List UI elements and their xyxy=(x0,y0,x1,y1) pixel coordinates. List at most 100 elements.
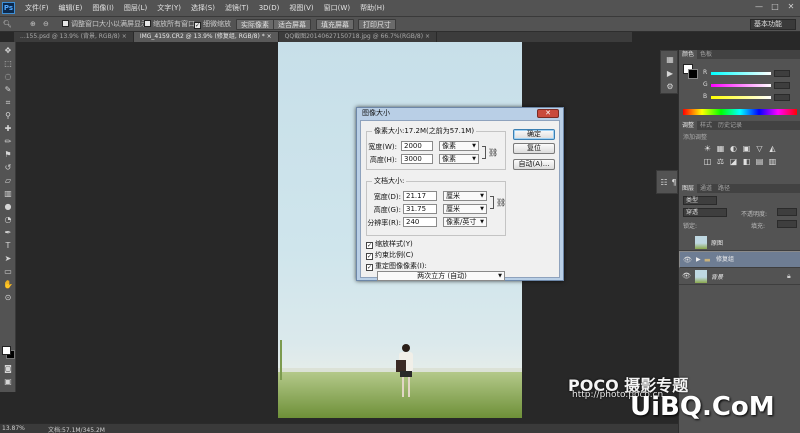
photo-filter-icon[interactable]: ◪ xyxy=(729,157,738,166)
tab-img4159[interactable]: IMG_4159.CR2 @ 13.9% (修复组, RGB/8) * × xyxy=(133,32,279,42)
panel-bg-swatch[interactable] xyxy=(688,69,698,79)
tab-swatches[interactable]: 色板 xyxy=(697,50,715,59)
quick-mask-icon[interactable]: ◙ xyxy=(3,364,13,374)
menu-image[interactable]: 图像(I) xyxy=(87,0,119,17)
tab-paths[interactable]: 路径 xyxy=(715,184,733,193)
move-tool-icon[interactable]: ✥ xyxy=(3,46,13,56)
doc-height-unit-select[interactable]: 厘米 ▼ xyxy=(443,204,487,214)
close-window-button[interactable]: ✕ xyxy=(786,2,796,12)
fill-field[interactable] xyxy=(777,220,797,228)
dodge-tool-icon[interactable]: ◔ xyxy=(3,215,13,225)
maximize-button[interactable]: □ xyxy=(770,2,780,12)
path-select-tool-icon[interactable]: ➤ xyxy=(3,254,13,264)
pixel-width-input[interactable]: 2000 xyxy=(401,141,433,151)
layer-row-repair-group[interactable]: 👁︎ ▶ ▬ 修复组 xyxy=(679,251,800,268)
layer-row-background[interactable]: 👁︎ 背景 🔒︎ xyxy=(679,268,800,285)
red-slider[interactable] xyxy=(711,72,771,75)
green-slider[interactable] xyxy=(711,84,771,87)
zoom-tool-icon[interactable]: 🔍︎ xyxy=(3,19,12,30)
dialog-close-button[interactable]: ✕ xyxy=(537,109,559,118)
zoom-all-windows-checkbox[interactable]: 缩放所有窗口 xyxy=(144,19,195,30)
minimize-button[interactable]: — xyxy=(754,2,764,12)
red-value-field[interactable] xyxy=(774,70,790,77)
constrain-proportions-checkbox[interactable]: ✓ 约束比例(C) xyxy=(366,250,413,260)
fit-screen-button[interactable]: 适合屏幕 xyxy=(273,19,311,30)
tab-styles[interactable]: 样式 xyxy=(697,121,715,130)
color-balance-icon[interactable]: ◫ xyxy=(703,157,712,166)
menu-filter[interactable]: 滤镜(T) xyxy=(220,0,254,17)
history-brush-tool-icon[interactable]: ↺ xyxy=(3,163,13,173)
blur-tool-icon[interactable]: ● xyxy=(3,202,13,212)
tab-psd[interactable]: ...155.psd @ 13.9% (背景, RGB/8) × xyxy=(14,32,134,42)
marquee-tool-icon[interactable]: ⬚ xyxy=(3,59,13,69)
pen-tool-icon[interactable]: ✒ xyxy=(3,228,13,238)
fill-screen-button[interactable]: 填充屏幕 xyxy=(316,19,354,30)
shape-tool-icon[interactable]: ▭ xyxy=(3,267,13,277)
menu-3d[interactable]: 3D(D) xyxy=(254,0,285,17)
layer-visibility-off-icon[interactable] xyxy=(682,238,690,246)
play-icon[interactable]: ▶ xyxy=(665,69,675,79)
blue-slider[interactable] xyxy=(711,96,771,99)
resize-windows-checkbox[interactable]: 调整窗口大小以满屏显示 xyxy=(62,19,148,30)
curves-icon[interactable]: ◐ xyxy=(729,144,738,153)
tab-qq-screenshot[interactable]: QQ截图20140627150718.jpg @ 66.7%(RGB/8) × xyxy=(279,32,438,42)
menu-window[interactable]: 窗口(W) xyxy=(319,0,355,17)
resolution-input[interactable]: 240 xyxy=(403,217,437,227)
eye-icon[interactable]: 👁︎ xyxy=(682,272,691,280)
doc-height-input[interactable]: 31.75 xyxy=(403,204,437,214)
blue-value-field[interactable] xyxy=(774,94,790,101)
healing-tool-icon[interactable]: ✚ xyxy=(3,124,13,134)
blend-mode-select[interactable]: 穿透 xyxy=(683,208,727,217)
eye-icon[interactable]: 👁︎ xyxy=(683,256,692,264)
zoom-in-icon[interactable]: ⊕ xyxy=(30,19,36,30)
pixel-height-unit-select[interactable]: 像素 ▼ xyxy=(439,154,479,164)
menu-view[interactable]: 视图(V) xyxy=(284,0,318,17)
layer-row-original[interactable]: 原图 xyxy=(679,234,800,251)
zoom-out-icon[interactable]: ⊖ xyxy=(43,19,49,30)
menu-file[interactable]: 文件(F) xyxy=(20,0,54,17)
actual-pixels-button[interactable]: 实际像素 xyxy=(236,19,274,30)
brush-tool-icon[interactable]: ✏ xyxy=(3,137,13,147)
reset-button[interactable]: 复位 xyxy=(513,143,555,154)
tab-layers[interactable]: 图层 xyxy=(679,184,698,193)
black-white-icon[interactable]: ⚖ xyxy=(716,157,725,166)
actions-panel-icon[interactable]: ⚙ xyxy=(665,82,675,92)
menu-edit[interactable]: 编辑(E) xyxy=(54,0,88,17)
doc-width-unit-select[interactable]: 厘米 ▼ xyxy=(443,191,487,201)
menu-layer[interactable]: 图层(L) xyxy=(119,0,152,17)
tab-adjustments[interactable]: 调整 xyxy=(679,121,698,130)
type-tool-icon[interactable]: T xyxy=(3,241,13,251)
zoom-tool-icon[interactable]: ⊙ xyxy=(3,293,13,303)
tab-color[interactable]: 颜色 xyxy=(679,50,698,59)
lasso-tool-icon[interactable]: ◌ xyxy=(3,72,13,82)
quick-select-tool-icon[interactable]: ✎ xyxy=(3,85,13,95)
eraser-tool-icon[interactable]: ▱ xyxy=(3,176,13,186)
history-panel-icon[interactable]: ▦ xyxy=(665,55,675,65)
eyedropper-tool-icon[interactable]: ⚲ xyxy=(3,111,13,121)
color-swatches[interactable] xyxy=(2,346,15,359)
pixel-height-input[interactable]: 3000 xyxy=(401,154,433,164)
resample-checkbox[interactable]: ✓ 重定图像像素(I): xyxy=(366,261,427,271)
screen-mode-icon[interactable]: ▣ xyxy=(3,377,13,387)
print-size-button[interactable]: 打印尺寸 xyxy=(358,19,396,30)
exposure-icon[interactable]: ▣ xyxy=(742,144,751,153)
resample-method-select[interactable]: 两次立方 (自动) ▼ xyxy=(377,271,505,281)
tab-history[interactable]: 历史记录 xyxy=(715,121,745,130)
ok-button[interactable]: 确定 xyxy=(513,129,555,140)
hand-tool-icon[interactable]: ✋ xyxy=(3,280,13,290)
gradient-tool-icon[interactable]: ▥ xyxy=(3,189,13,199)
hue-icon[interactable]: ◭ xyxy=(768,144,777,153)
resolution-unit-select[interactable]: 像素/英寸 ▼ xyxy=(443,217,487,227)
auto-button[interactable]: 自动(A)... xyxy=(513,159,555,170)
doc-width-input[interactable]: 21.17 xyxy=(403,191,437,201)
gradient-map-icon[interactable]: ▥ xyxy=(768,157,777,166)
foreground-color-swatch[interactable] xyxy=(2,346,11,355)
green-value-field[interactable] xyxy=(774,82,790,89)
channel-mixer-icon[interactable]: ◧ xyxy=(742,157,751,166)
pixel-width-unit-select[interactable]: 像素 ▼ xyxy=(439,141,479,151)
clone-stamp-tool-icon[interactable]: ⚑ xyxy=(3,150,13,160)
menu-type[interactable]: 文字(Y) xyxy=(152,0,186,17)
tab-channels[interactable]: 通道 xyxy=(697,184,715,193)
opacity-field[interactable] xyxy=(777,208,797,216)
menu-help[interactable]: 帮助(H) xyxy=(355,0,390,17)
